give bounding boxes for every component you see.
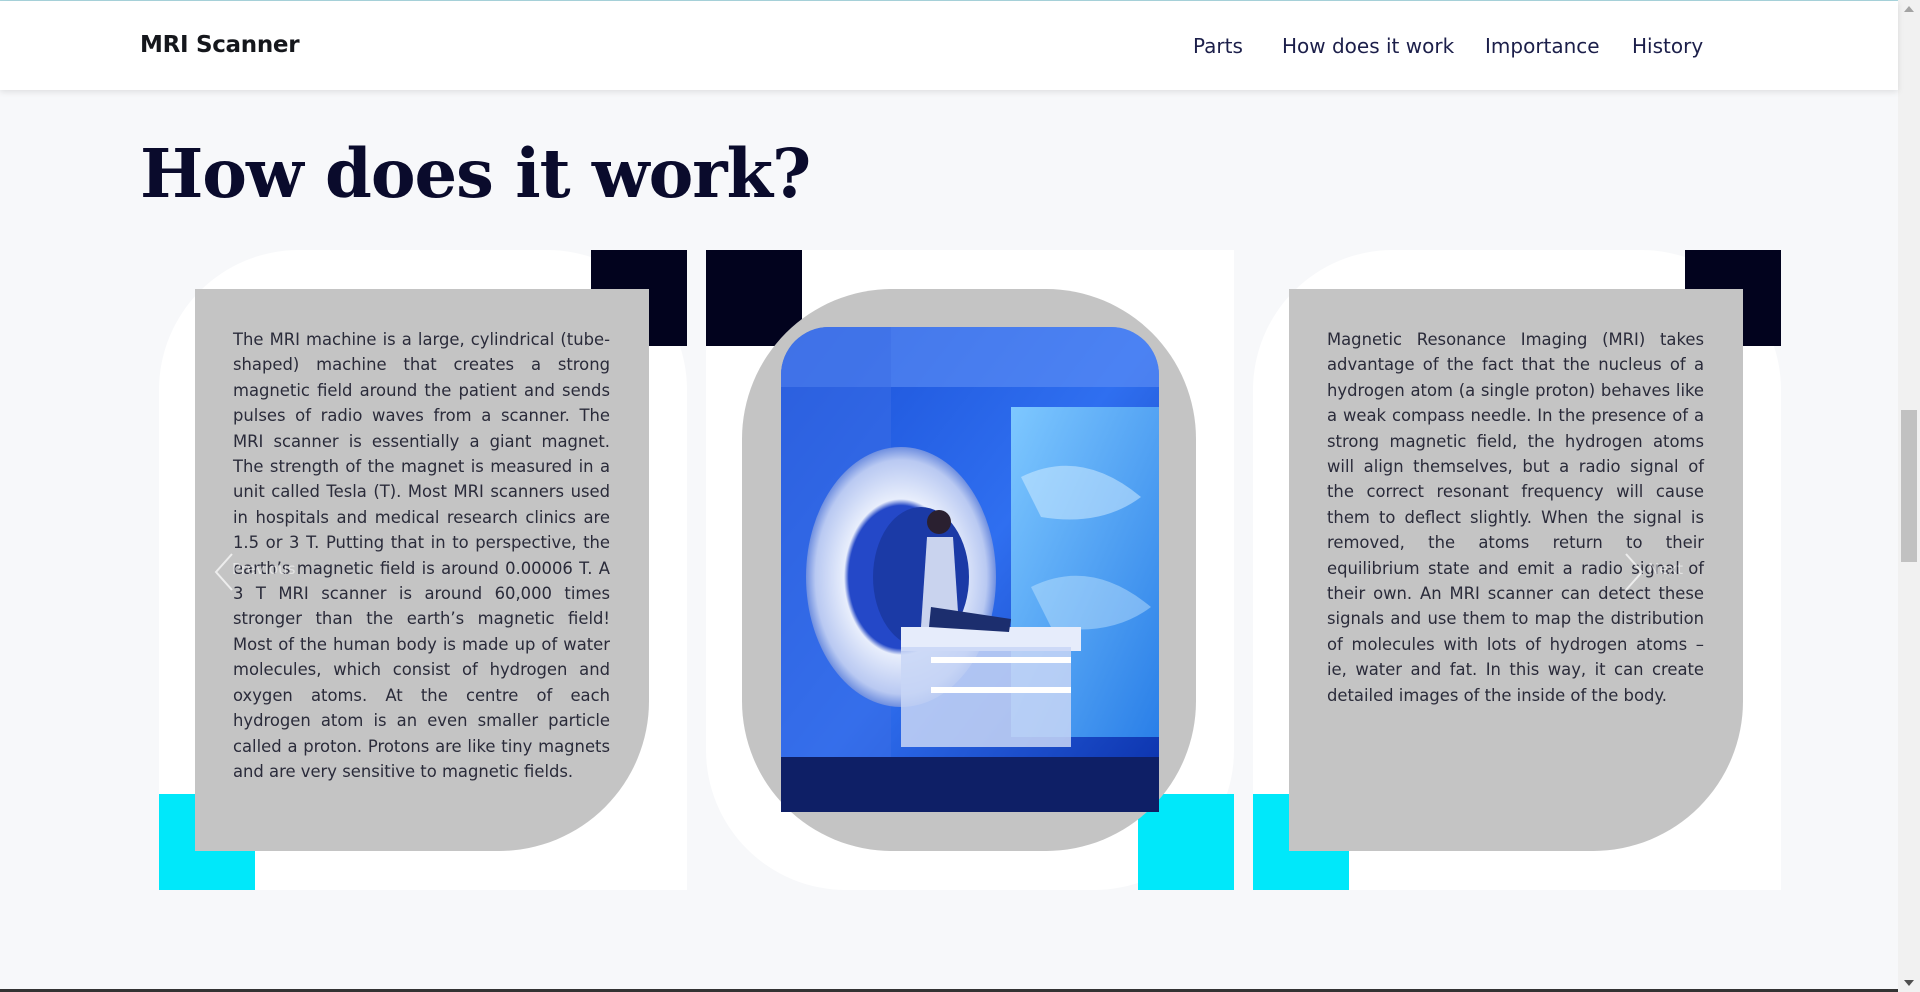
mri-scanner-photo [781, 327, 1159, 812]
carousel-next-label: Next [1648, 560, 1683, 578]
nav-link-importance[interactable]: Importance [1485, 34, 1600, 58]
carousel-card-3: Magnetic Resonance Imaging (MRI) takes a… [1253, 250, 1781, 890]
card-text-how-it-works: The MRI machine is a large, cylindrical … [233, 330, 610, 781]
card-text-mri-principle: Magnetic Resonance Imaging (MRI) takes a… [1327, 330, 1704, 705]
page-scrollbar[interactable] [1898, 0, 1920, 992]
nav-link-parts[interactable]: Parts [1193, 34, 1243, 58]
nav-link-how-does-it-work[interactable]: How does it work [1282, 34, 1454, 58]
section-title: How does it work? [140, 134, 811, 213]
carousel-next-button[interactable] [1612, 548, 1652, 596]
carousel-prev-label: Previous [232, 560, 296, 578]
scroll-up-icon[interactable] [1904, 6, 1914, 12]
navbar: MRI Scanner Parts How does it work Impor… [0, 1, 1898, 90]
scrollbar-thumb[interactable] [1901, 410, 1917, 562]
carousel-card-2 [706, 250, 1234, 890]
scroll-down-icon[interactable] [1904, 980, 1914, 986]
nav-link-history[interactable]: History [1632, 34, 1703, 58]
chevron-right-icon [1625, 553, 1644, 591]
brand-logo[interactable]: MRI Scanner [140, 32, 300, 58]
